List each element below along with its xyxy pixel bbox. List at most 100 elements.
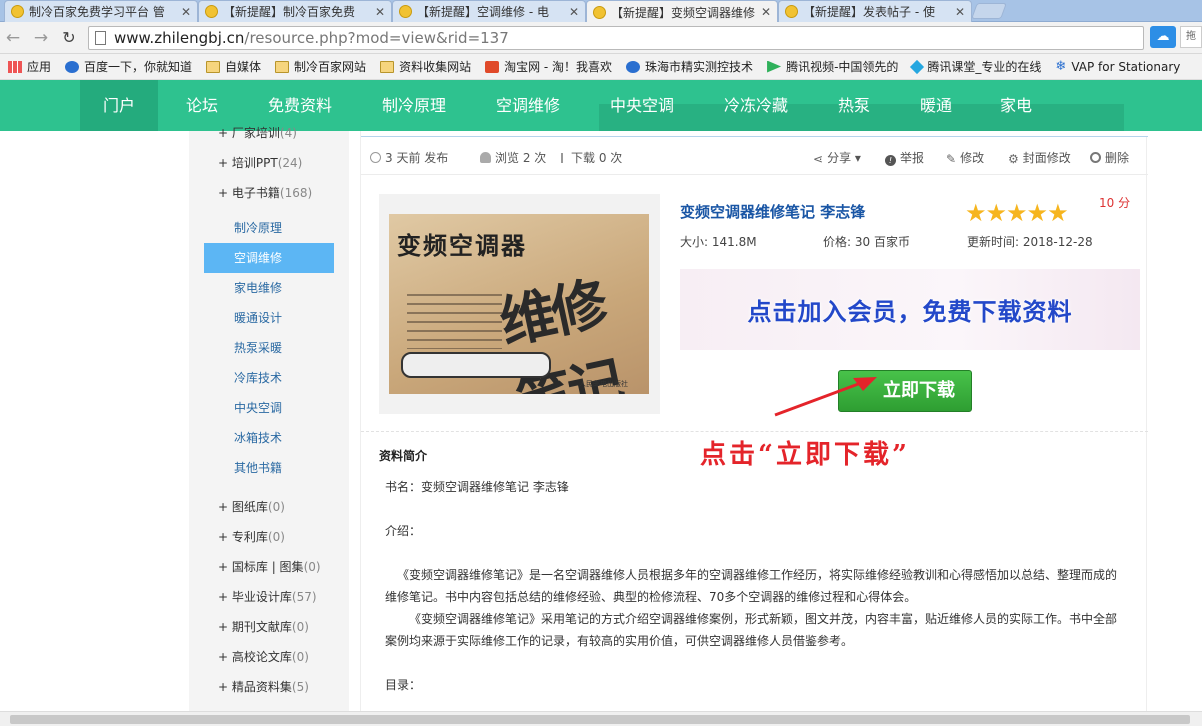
- nav-item-home[interactable]: 门户: [80, 80, 158, 131]
- category-item[interactable]: + 期刊文献库(0): [218, 618, 309, 635]
- close-tab-icon[interactable]: ✕: [375, 5, 385, 19]
- close-tab-icon[interactable]: ✕: [181, 5, 191, 19]
- cover-edit-button[interactable]: ⚙ 封面修改: [1008, 149, 1071, 166]
- close-tab-icon[interactable]: ✕: [761, 5, 771, 19]
- category-sidebar: + 厂家培训(4) + 培训PPT(24) + 电子书籍(168) 制冷原理 空…: [189, 126, 349, 711]
- browser-tab[interactable]: 制冷百家免费学习平台 管 ✕: [4, 0, 198, 22]
- subcategory-item[interactable]: 制冷原理: [204, 213, 334, 243]
- resource-meta-bar: 3 天前 发布 浏览 2 次 下载 0 次 ⋖ 分享 ▾ ! 举报 ✎ 修改 ⚙ 封面修…: [361, 137, 1148, 175]
- category-item[interactable]: + 毕业设计库(57): [218, 588, 317, 605]
- subcategory-item[interactable]: 暖通设计: [204, 303, 334, 333]
- intro-paragraph-1: 《变频空调器维修笔记》是一名空调器维修人员根据多年的空调器维修工作经历，将实际维…: [397, 568, 1118, 582]
- site-favicon-icon: [11, 5, 24, 18]
- category-item[interactable]: + 高校论文库(0): [218, 648, 309, 665]
- nav-item-ac-repair[interactable]: 空调维修: [480, 80, 576, 131]
- intro-paragraph-1-cont: 维修笔记。书中内容包括总结的维修经验、典型的检修流程、70多个空调器的维修过程和…: [385, 590, 917, 604]
- bookmark-folder[interactable]: 资料收集网站: [380, 58, 471, 75]
- edit-button[interactable]: ✎ 修改: [946, 149, 984, 166]
- resource-title: 变频空调器维修笔记 李志锋: [680, 203, 866, 221]
- air-conditioner-illustration: [401, 352, 551, 378]
- share-button[interactable]: ⋖ 分享 ▾: [813, 149, 861, 166]
- ban-icon: [1090, 152, 1101, 163]
- bookmark-apps[interactable]: 应用: [8, 58, 51, 75]
- click-download-hint: 点击“立即下载”: [700, 440, 910, 470]
- category-item[interactable]: + 精品资料集(5): [218, 678, 309, 695]
- horizontal-scrollbar[interactable]: [0, 711, 1202, 726]
- category-item[interactable]: + 厂家培训(4): [218, 124, 297, 141]
- address-bar[interactable]: www.zhilengbj.cn /resource.php?mod=view&…: [88, 26, 1144, 50]
- nav-item-hvac[interactable]: 暖通: [904, 80, 968, 131]
- category-item[interactable]: + 培训PPT(24): [218, 154, 302, 171]
- bookmark-video[interactable]: 腾讯视频-中国领先的: [767, 58, 898, 75]
- browser-tab-active[interactable]: 【新提醒】变频空调器维修 ✕: [586, 0, 778, 23]
- nav-item-appliances[interactable]: 家电: [984, 80, 1048, 131]
- bookmark-taobao[interactable]: 淘宝网 - 淘！我喜欢: [485, 58, 612, 75]
- gear-icon: ⚙: [1008, 152, 1019, 166]
- browser-tab[interactable]: 【新提醒】发表帖子 - 使 ✕: [778, 0, 972, 22]
- folder-icon: [275, 60, 290, 73]
- bookmark-baidu[interactable]: 百度一下，你就知道: [65, 58, 192, 75]
- scrollbar-thumb[interactable]: [10, 715, 1190, 724]
- folder-icon: [380, 60, 395, 73]
- price: 价格: 30 百家币: [823, 235, 910, 249]
- classroom-icon: [910, 59, 925, 74]
- bookmark-folder[interactable]: 制冷百家网站: [275, 58, 366, 75]
- baidu-icon: [65, 60, 80, 73]
- book-name-line: 书名：变频空调器维修笔记 李志锋: [385, 480, 569, 494]
- category-item[interactable]: + 电子书籍(168): [218, 184, 312, 201]
- clock-icon: [370, 152, 381, 163]
- rating-stars: ★★★★★: [965, 199, 1069, 227]
- category-item[interactable]: + 专利库(0): [218, 528, 285, 545]
- browser-tab[interactable]: 【新提醒】制冷百家免费 ✕: [198, 0, 392, 22]
- extension-button[interactable]: 拖: [1180, 26, 1202, 48]
- subcategory-item[interactable]: 热泵采暖: [204, 333, 334, 363]
- star-icon: ★: [1026, 199, 1048, 227]
- subcategory-item[interactable]: 冰箱技术: [204, 423, 334, 453]
- star-icon: ★: [985, 199, 1007, 227]
- file-size: 大小: 141.8M: [680, 235, 757, 249]
- membership-banner[interactable]: 点击加入会员，免费下载资料: [680, 269, 1140, 350]
- forward-arrow-icon[interactable]: →: [30, 27, 52, 49]
- back-arrow-icon[interactable]: ←: [2, 27, 24, 49]
- nav-item-central-ac[interactable]: 中央空调: [594, 80, 690, 131]
- site-favicon-icon: [785, 5, 798, 18]
- rating-score: 10 分: [1099, 196, 1131, 210]
- snowflake-icon: ❄: [1055, 59, 1067, 74]
- bookmarks-bar: 应用 百度一下，你就知道 自媒体 制冷百家网站 资料收集网站 淘宝网 - 淘！我…: [0, 54, 1202, 80]
- report-button[interactable]: ! 举报: [885, 149, 924, 166]
- bookmark-classroom[interactable]: 腾讯课堂_专业的在线: [910, 58, 1041, 75]
- nav-item-refrigeration[interactable]: 制冷原理: [366, 80, 462, 131]
- category-item[interactable]: + 图纸库(0): [218, 498, 285, 515]
- subcategory-item[interactable]: 中央空调: [204, 393, 334, 423]
- close-tab-icon[interactable]: ✕: [955, 5, 965, 19]
- url-host: www.zhilengbj.cn: [114, 29, 245, 47]
- warning-icon: !: [885, 155, 896, 166]
- new-tab-button[interactable]: [971, 3, 1007, 19]
- category-item[interactable]: + 国标库 | 图集(0): [218, 558, 321, 575]
- bookmark-vap[interactable]: ❄ VAP for Stationary: [1055, 59, 1180, 74]
- subcategory-item-active[interactable]: 空调维修: [204, 243, 334, 273]
- url-path: /resource.php?mod=view&rid=137: [244, 29, 509, 47]
- nav-item-heat-pump[interactable]: 热泵: [822, 80, 886, 131]
- subcategory-item[interactable]: 冷库技术: [204, 363, 334, 393]
- close-tab-icon[interactable]: ✕: [569, 5, 579, 19]
- resource-detail: 3 天前 发布 浏览 2 次 下载 0 次 ⋖ 分享 ▾ ! 举报 ✎ 修改 ⚙ 封面修…: [360, 131, 1148, 711]
- star-icon: ★: [965, 199, 986, 227]
- book-cover-image: 变频空调器 维修笔记 人民邮电出版社: [389, 214, 649, 394]
- browser-tab[interactable]: 【新提醒】空调维修 - 电 ✕: [392, 0, 586, 22]
- star-icon: ★: [1006, 199, 1027, 227]
- red-arrow-annotation-icon: [774, 377, 877, 417]
- bookmark-link[interactable]: 珠海市精实测控技术: [626, 58, 753, 75]
- subcategory-item[interactable]: 家电维修: [204, 273, 334, 303]
- link-icon: [626, 60, 641, 73]
- nav-item-cold-storage[interactable]: 冷冻冷藏: [708, 80, 804, 131]
- page-icon: [95, 31, 106, 45]
- subcategory-item[interactable]: 其他书籍: [204, 453, 334, 483]
- reload-icon[interactable]: ↻: [58, 27, 80, 49]
- section-divider: [361, 431, 1148, 432]
- cloud-extension-icon[interactable]: ☁: [1150, 26, 1176, 48]
- apps-icon: [8, 60, 22, 73]
- star-icon: ★: [1047, 199, 1068, 227]
- delete-button[interactable]: 删除: [1090, 149, 1129, 166]
- bookmark-folder[interactable]: 自媒体: [206, 58, 261, 75]
